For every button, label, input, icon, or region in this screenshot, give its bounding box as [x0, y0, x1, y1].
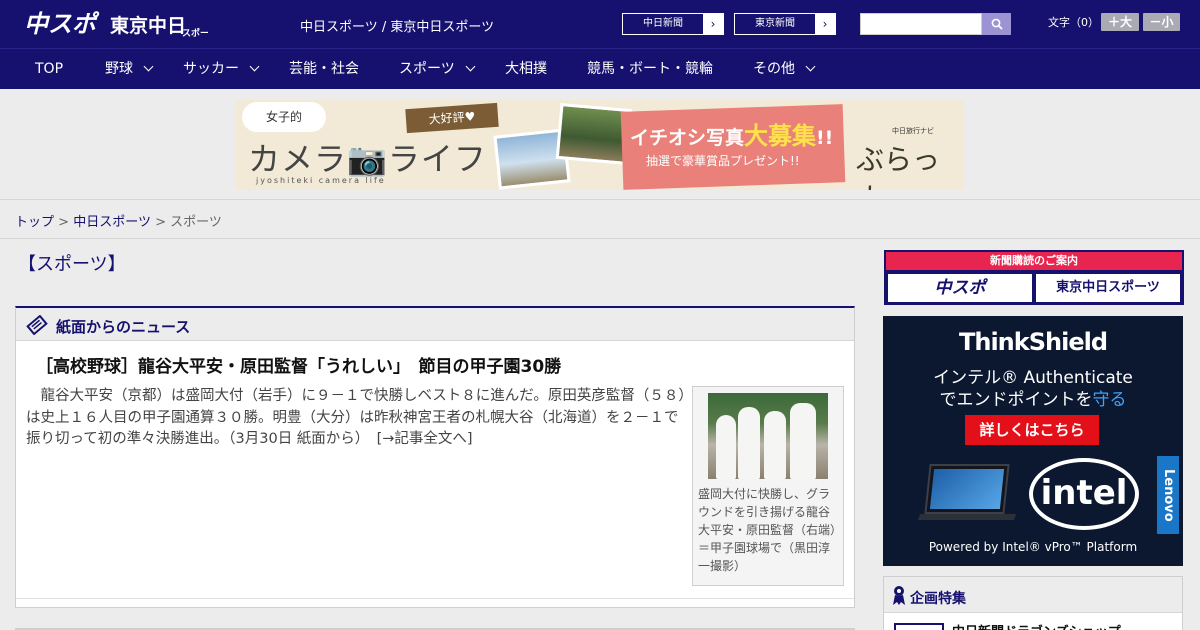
main-nav: TOP 野球 サッカー 芸能・社会 スポーツ 大相撲 競馬・ボート・競輪 その他 [0, 48, 1200, 89]
feature-item[interactable]: 中日新聞ドラゴンズショップ [894, 621, 1174, 630]
thinkshield-ad[interactable]: ThinkShield インテル® Authenticate でエンドポイントを… [883, 316, 1183, 566]
breadcrumb-top-link[interactable]: トップ [15, 215, 54, 230]
nav-item-racing[interactable]: 競馬・ボート・競輪 [587, 49, 713, 89]
breadcrumb-bar: トップ > 中日スポーツ > スポーツ [0, 199, 1200, 239]
search-input[interactable] [860, 13, 982, 35]
ad-line2-text: でエンドポイントを [939, 390, 1093, 410]
nav-item-soccer[interactable]: サッカー [183, 49, 260, 89]
svg-text:スポーツ: スポーツ [182, 27, 208, 39]
article-summary: 龍谷大平安（京都）は盛岡大付（岩手）に９－１で快勝しベスト８に進んだ。原田英彦監… [26, 386, 686, 451]
nav-item-sports[interactable]: スポーツ [399, 49, 476, 89]
breadcrumb-chunichi-sports-link[interactable]: 中日スポーツ [73, 215, 151, 230]
breadcrumb-separator: > [58, 215, 70, 230]
site-header: 中スポ 東京中日 スポーツ 中日スポーツ / 東京中日スポーツ 中日新聞 › 東… [0, 0, 1200, 48]
nav-item-other[interactable]: その他 [753, 49, 816, 89]
page-title: 【スポーツ】 [18, 254, 126, 275]
read-full-article-link[interactable]: [→記事全文へ] [377, 431, 473, 447]
feature-item-label: 中日新聞ドラゴンズショップ [952, 621, 1121, 630]
feature-section: 企画特集 中日新聞ドラゴンズショップ [883, 576, 1183, 630]
breadcrumb-current: スポーツ [170, 215, 222, 230]
banner-headline-big: 大募集 [744, 122, 817, 150]
banner-title: カメラ📷ライフ [248, 140, 487, 178]
chevron-down-icon [465, 61, 476, 72]
nav-item-entertainment[interactable]: 芸能・社会 [289, 49, 359, 89]
search-icon [991, 18, 1003, 30]
nav-item-label: その他 [753, 61, 795, 77]
article-body-text: 龍谷大平安（京都）は盛岡大付（岩手）に９－１で快勝しベスト８に進んだ。原田英彦監… [26, 388, 686, 447]
banner-bubble: 女子的 [242, 102, 326, 132]
nav-item-baseball[interactable]: 野球 [105, 49, 154, 89]
banner-subline: 抽選で豪華賞品プレゼント!! [646, 154, 800, 168]
font-size-decrease-button[interactable]: －小 [1143, 13, 1180, 31]
chevron-right-icon: › [815, 14, 835, 34]
section-header: 紙面からのニュース [16, 308, 854, 341]
tokyo-shimbun-link[interactable]: 東京新聞 › [734, 13, 836, 35]
nav-item-label: TOP [35, 61, 64, 77]
section-divider [16, 598, 854, 599]
newspaper-icon [26, 315, 48, 335]
photo-figure [716, 415, 736, 479]
banner-brand: ぶらっ人 [856, 143, 941, 190]
laptop-image [924, 464, 1010, 514]
ad-brand: ThinkShield [958, 328, 1108, 356]
nav-item-sumo[interactable]: 大相撲 [505, 49, 547, 89]
camera-life-banner[interactable]: 女子的 カメラ📷ライフ jyoshiteki camera life 大好評♥ … [236, 100, 964, 190]
subscription-box: 新聞購読のご案内 中スポ 東京中日スポーツ [884, 250, 1184, 305]
site-logo[interactable]: 中スポ 東京中日 スポーツ [24, 8, 208, 40]
search-button[interactable] [982, 13, 1011, 35]
tokyo-shimbun-label: 東京新聞 [755, 18, 795, 29]
newspaper-news-section: 紙面からのニュース ［高校野球］龍谷大平安・原田監督「うれしい」 節目の甲子園3… [15, 306, 855, 608]
site-names: 中日スポーツ / 東京中日スポーツ [300, 20, 495, 35]
photo-figure [738, 407, 760, 479]
chevron-down-icon [249, 61, 260, 72]
nav-item-label: サッカー [183, 61, 239, 77]
banner-headline-post: !! [816, 127, 834, 149]
nav-item-label: 大相撲 [505, 61, 547, 77]
nav-item-label: スポーツ [399, 61, 455, 77]
lenovo-logo: Lenovo [1157, 456, 1179, 534]
banner-tag: 大好評♥ [405, 102, 499, 134]
article-title-link[interactable]: ［高校野球］龍谷大平安・原田監督「うれしい」 節目の甲子園30勝 [36, 352, 561, 377]
feature-section-header: 企画特集 [884, 577, 1182, 613]
banner-headline-pre: イチオシ写真 [630, 127, 745, 149]
chevron-down-icon [143, 61, 154, 72]
svg-text:東京中日: 東京中日 [110, 14, 186, 37]
chunichi-shimbun-link[interactable]: 中日新聞 › [622, 13, 724, 35]
photo-caption: 盛岡大付に快勝し、グラウンドを引き揚げる龍谷大平安・原田監督（右端）＝甲子園球場… [698, 487, 837, 573]
article-photo[interactable] [708, 393, 828, 479]
intel-logo: intel [1029, 458, 1139, 530]
nav-item-label: 野球 [105, 61, 133, 77]
ad-line2: でエンドポイントを守る [883, 385, 1183, 410]
nav-item-top[interactable]: TOP [35, 49, 63, 89]
ad-line2-highlight: 守る [1092, 390, 1127, 410]
feature-section-title: 企画特集 [910, 591, 966, 607]
subscription-header: 新聞購読のご案内 [886, 252, 1182, 270]
feature-thumbnail [894, 623, 944, 630]
banner-subtitle: jyoshiteki camera life [256, 176, 386, 185]
ad-powered-by: Powered by Intel® vPro™ Platform [928, 540, 1138, 554]
laptop-base [917, 514, 1017, 520]
section-title: 紙面からのニュース [56, 318, 191, 336]
banner-headline: イチオシ写真大募集!! [630, 116, 833, 151]
banner-brand-small: 中日旅行ナビ [892, 127, 934, 135]
font-size-increase-button[interactable]: ＋大 [1101, 13, 1139, 31]
article-photo-box: 盛岡大付に快勝し、グラウンドを引き揚げる龍谷大平安・原田監督（右端）＝甲子園球場… [692, 386, 844, 586]
nav-item-label: 競馬・ボート・競輪 [587, 61, 713, 77]
ribbon-icon [893, 586, 905, 605]
chevron-down-icon [805, 61, 816, 72]
laptop-screen [929, 469, 1005, 509]
breadcrumb: トップ > 中日スポーツ > スポーツ [15, 211, 222, 230]
photo-figure [790, 403, 816, 479]
subscribe-tokyo-chunichi-link[interactable]: 東京中日スポーツ [1036, 274, 1180, 302]
subscribe-chuspo-link[interactable]: 中スポ [888, 274, 1032, 302]
photo-figure [764, 411, 786, 479]
nav-item-label: 芸能・社会 [289, 61, 359, 77]
chevron-right-icon: › [703, 14, 723, 34]
ad-cta-button[interactable]: 詳しくはこちら [965, 415, 1099, 445]
font-size-label: 文字（0） [1048, 16, 1099, 29]
chunichi-shimbun-label: 中日新聞 [643, 18, 683, 29]
breadcrumb-separator: > [155, 215, 166, 230]
svg-text:中スポ: 中スポ [24, 10, 100, 38]
